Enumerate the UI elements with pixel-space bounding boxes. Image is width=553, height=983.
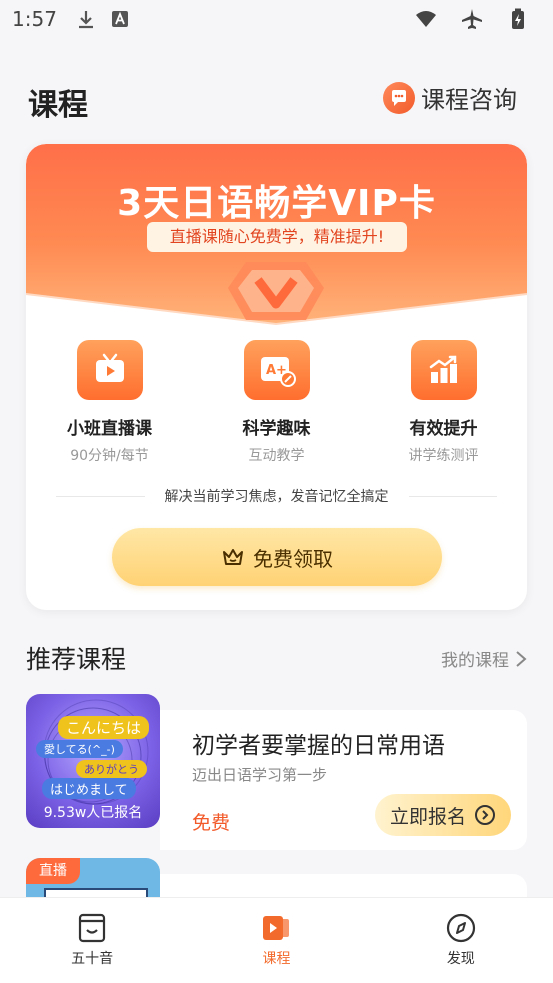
divider (408, 495, 497, 497)
page-title: 课程 (28, 88, 88, 123)
feature-improve: 有效提升 讲学练测评 (360, 340, 527, 470)
course-desc: 迈出日语学习第一步 (192, 766, 328, 784)
font-a-icon (109, 8, 131, 30)
divider (56, 495, 145, 497)
jp-tag: ありがとう (76, 760, 147, 778)
feature-name: 有效提升 (409, 419, 478, 439)
section-title: 推荐课程 (26, 645, 127, 674)
status-bar: 1:57 (0, 0, 553, 38)
nav-label: 课程 (262, 951, 291, 967)
vip-subtitle: 直播课随心免费学，精准提升! (147, 222, 407, 252)
claim-label: 免费领取 (253, 546, 333, 571)
enroll-count: 9.53w人已报名 (43, 805, 143, 821)
compass-icon (445, 912, 477, 944)
vip-features: 小班直播课 90分钟/每节 A+ 科学趣味 互动教学 有效提升 讲学练测评 (26, 340, 527, 470)
crown-icon (221, 546, 245, 568)
wifi-icon (415, 8, 437, 30)
arrow-circle-right-icon (474, 804, 496, 826)
chat-bubble-icon (383, 81, 415, 114)
course-consult-button[interactable]: 课程咨询 (383, 80, 517, 115)
status-time: 1:57 (12, 7, 57, 31)
course-name: 初学者要掌握的日常用语 (192, 733, 445, 759)
jp-tag: こんにちは (58, 716, 150, 739)
signup-button[interactable]: 立即报名 (375, 794, 511, 836)
battery-icon (507, 8, 529, 30)
live-badge: 直播 (26, 858, 80, 884)
my-courses-label: 我的课程 (441, 651, 509, 671)
nav-item-discover[interactable]: 发现 (369, 898, 553, 983)
jp-tag: はじめまして (42, 778, 136, 799)
page-header: 课程 课程咨询 (0, 70, 553, 130)
slogan-row: 解决当前学习焦虑，发音记忆全搞定 (56, 484, 497, 508)
nav-item-courses[interactable]: 课程 (184, 898, 368, 983)
jp-tag: 愛してる(^_-) (36, 740, 123, 758)
vip-slogan: 解决当前学习焦虑，发音记忆全搞定 (164, 489, 389, 505)
course-price: 免费 (192, 812, 231, 834)
chevron-right-icon (515, 650, 527, 668)
book-icon (76, 912, 108, 944)
nav-item-gojuon[interactable]: 五十音 (0, 898, 184, 983)
feature-live-class: 小班直播课 90分钟/每节 (26, 340, 193, 470)
feature-desc: 90分钟/每节 (70, 448, 149, 464)
bar-chart-up-icon (410, 340, 477, 400)
signup-label: 立即报名 (389, 805, 466, 828)
course-card[interactable]: こんにちは 愛してる(^_-) ありがとう はじめまして 9.53w人已报名 初… (26, 694, 527, 850)
feature-name: 科学趣味 (242, 419, 311, 439)
download-icon (75, 8, 97, 30)
course-info: 初学者要掌握的日常用语 迈出日语学习第一步 免费 立即报名 (160, 710, 527, 850)
nav-label: 五十音 (71, 951, 114, 967)
my-courses-link[interactable]: 我的课程 (441, 646, 527, 671)
nav-label: 发现 (446, 951, 475, 967)
feature-name: 小班直播课 (67, 419, 152, 439)
claim-free-button[interactable]: 免费领取 (112, 528, 442, 586)
consult-label: 课程咨询 (421, 86, 517, 114)
airplane-icon (461, 8, 483, 30)
bottom-nav: 五十音 课程 发现 (0, 897, 553, 983)
course-thumbnail: こんにちは 愛してる(^_-) ありがとう はじめまして 9.53w人已报名 (26, 694, 160, 828)
tv-play-icon (76, 340, 143, 400)
card-pen-icon: A+ (243, 340, 310, 400)
feature-desc: 互动教学 (248, 448, 305, 464)
feature-fun-science: A+ 科学趣味 互动教学 (193, 340, 360, 470)
vip-card: 3天日语畅学VIP卡 直播课随心免费学，精准提升! 小班直播课 90分钟/每节 … (26, 144, 527, 610)
feature-desc: 讲学练测评 (408, 448, 479, 464)
vip-title: 3天日语畅学VIP卡 (117, 183, 436, 224)
course-play-icon (260, 912, 292, 944)
vip-v-badge-icon (224, 258, 328, 324)
